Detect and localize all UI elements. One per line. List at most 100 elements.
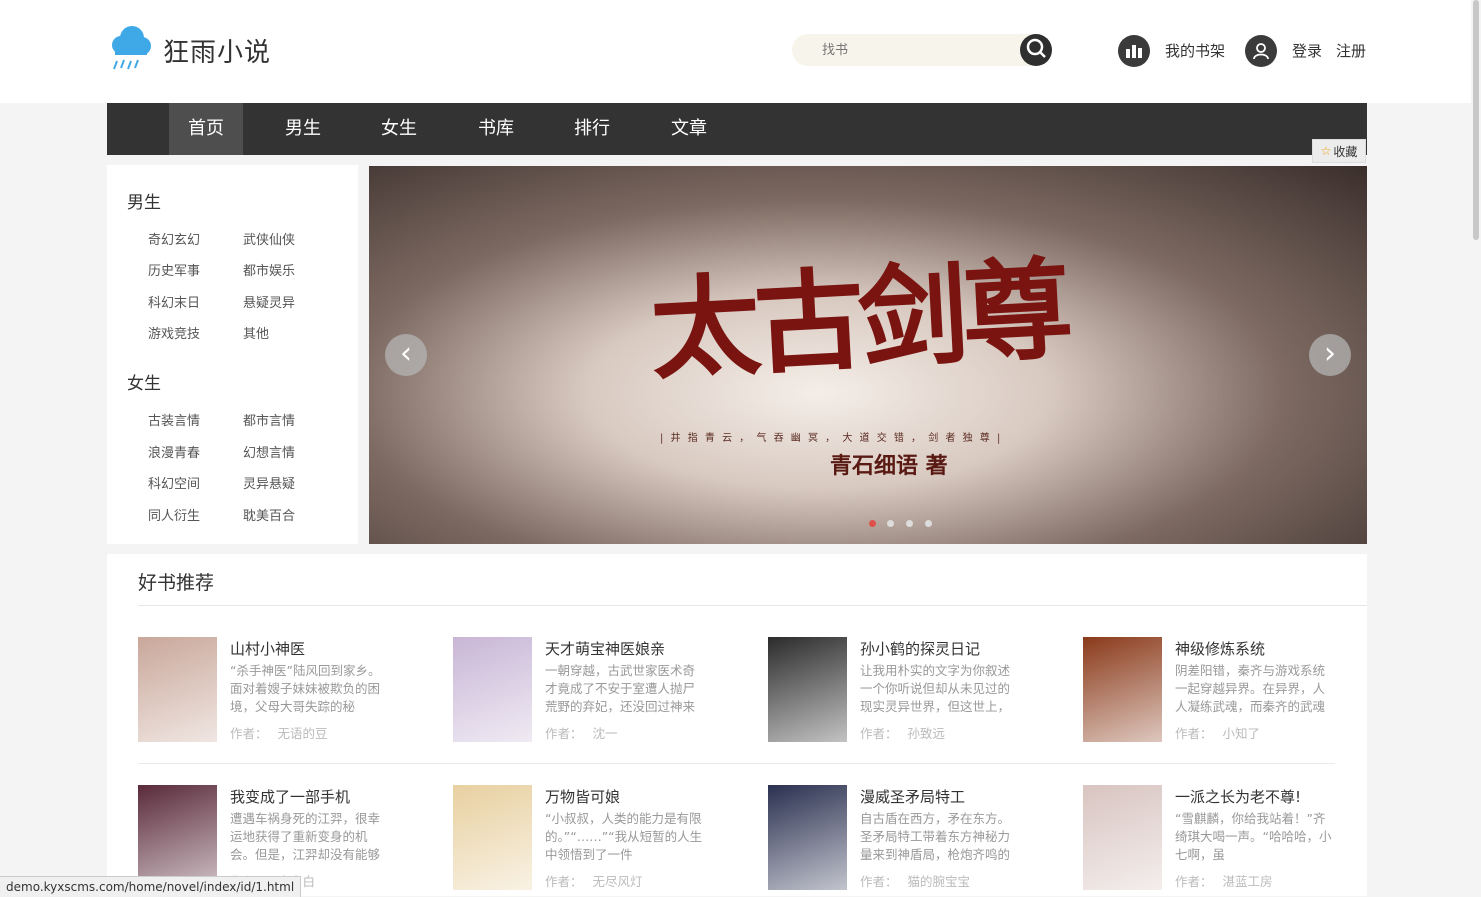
carousel-next-button[interactable]: › — [1309, 334, 1351, 376]
author-label: 作者： — [1175, 874, 1213, 889]
nav-home[interactable]: 首页 — [169, 103, 243, 155]
site-header: 狂雨小说 我的书架 登录 注册 — [0, 0, 1481, 103]
chevron-left-icon: ‹ — [400, 336, 412, 371]
category-link[interactable]: 悬疑灵异 — [243, 292, 295, 311]
site-logo[interactable]: 狂雨小说 — [107, 25, 271, 75]
category-link[interactable]: 灵异悬疑 — [243, 473, 295, 492]
book-author: 作者： 沈一 — [545, 723, 618, 742]
book-description: 一朝穿越，古武世家医术奇才竟成了不安于室遭人抛尸荒野的弃妃，还没回过神来 — [545, 663, 696, 714]
nav-female[interactable]: 女生 — [362, 103, 436, 155]
category-link[interactable]: 奇幻玄幻 — [148, 229, 200, 248]
divider — [138, 605, 1367, 606]
status-url: demo.kyxscms.com/home/novel/index/id/1.h… — [0, 876, 302, 897]
book-title[interactable]: 漫威圣矛局特工 — [860, 786, 965, 807]
category-link[interactable]: 耽美百合 — [243, 505, 295, 524]
carousel-dot[interactable] — [925, 520, 932, 527]
female-category-title: 女生 — [127, 374, 161, 394]
book-description: “小叔叔，人类的能力是有限的。”“……”“我从短暂的人生中领悟到了一件 — [545, 811, 703, 862]
book-description: 阴差阳错，秦齐与游戏系统一起穿越异界。在异界，人人凝练武魂，而秦齐的武魂 — [1175, 663, 1326, 714]
book-title[interactable]: 我变成了一部手机 — [230, 786, 350, 807]
book-cover[interactable] — [138, 785, 217, 890]
book-cover[interactable] — [138, 637, 217, 742]
nav-articles[interactable]: 文章 — [652, 103, 726, 155]
book-title[interactable]: 万物皆可娘 — [545, 786, 620, 807]
author-label: 作者： — [860, 874, 898, 889]
book-description: 让我用朴实的文字为你叙述一个你听说但却从未见过的现实灵异世界，但这世上， — [860, 663, 1011, 714]
register-link[interactable]: 注册 — [1336, 40, 1366, 61]
author-name[interactable]: 湛蓝工房 — [1223, 874, 1273, 889]
author-name[interactable]: 无尽风灯 — [593, 874, 643, 889]
book-description: “雪麒麟，你给我站着！”齐绮琪大喝一声。“哈哈哈，小七啊，虽 — [1175, 811, 1332, 862]
bookshelf-link[interactable]: 我的书架 — [1165, 40, 1225, 61]
favorite-label: 收藏 — [1333, 144, 1358, 159]
book-cover[interactable] — [768, 785, 847, 890]
book-cover[interactable] — [768, 637, 847, 742]
category-link[interactable]: 都市言情 — [243, 410, 295, 429]
search-input[interactable] — [822, 34, 1012, 66]
author-label: 作者： — [230, 726, 268, 741]
male-category-title: 男生 — [127, 193, 161, 213]
author-name[interactable]: 孙致远 — [908, 726, 946, 741]
search-button[interactable] — [1020, 34, 1052, 66]
category-link[interactable]: 浪漫青春 — [148, 442, 200, 461]
category-link[interactable]: 其他 — [243, 323, 269, 342]
author-label: 作者： — [545, 726, 583, 741]
book-title[interactable]: 天才萌宝神医娘亲 — [545, 638, 665, 659]
cloud-rain-icon — [107, 23, 153, 77]
search-box — [792, 34, 1052, 66]
author-name[interactable]: 无语的豆 — [278, 726, 328, 741]
nav-male[interactable]: 男生 — [266, 103, 340, 155]
user-icon[interactable] — [1245, 35, 1277, 67]
carousel-dot[interactable] — [887, 520, 894, 527]
author-name[interactable]: 猫的腕宝宝 — [908, 874, 971, 889]
search-icon — [1025, 37, 1047, 63]
section-title: 好书推荐 — [138, 572, 215, 594]
book-author: 作者： 猫的腕宝宝 — [860, 871, 970, 890]
category-link[interactable]: 科幻空间 — [148, 473, 200, 492]
book-author: 作者： 湛蓝工房 — [1175, 871, 1273, 890]
banner-author: 青石细语 著 — [830, 453, 948, 479]
scrollbar-thumb[interactable] — [1473, 0, 1479, 240]
site-name: 狂雨小说 — [163, 37, 272, 68]
favorite-button[interactable]: ☆ 收藏 — [1312, 139, 1366, 163]
category-link[interactable]: 武侠仙侠 — [243, 229, 295, 248]
category-link[interactable]: 古装言情 — [148, 410, 200, 429]
login-link[interactable]: 登录 — [1292, 40, 1322, 61]
book-cover[interactable] — [453, 785, 532, 890]
nav-library[interactable]: 书库 — [459, 103, 533, 155]
banner-subtitle: | 井 指 青 云 ， 气 吞 幽 冥 ， 大 道 交 错 ， 剑 者 独 尊 … — [660, 433, 1003, 444]
divider — [138, 763, 1335, 764]
author-label: 作者： — [545, 874, 583, 889]
book-cover[interactable] — [1083, 785, 1162, 890]
book-title[interactable]: 山村小神医 — [230, 638, 305, 659]
book-title[interactable]: 孙小鹤的探灵日记 — [860, 638, 980, 659]
category-link[interactable]: 历史军事 — [148, 260, 200, 279]
carousel-prev-button[interactable]: ‹ — [385, 334, 427, 376]
banner-title: 太古剑尊 — [647, 244, 1070, 395]
book-author: 作者： 孙致远 — [860, 723, 945, 742]
category-link[interactable]: 同人衍生 — [148, 505, 200, 524]
book-author: 作者： 无尽风灯 — [545, 871, 643, 890]
author-name[interactable]: 小知了 — [1223, 726, 1261, 741]
bookshelf-icon[interactable] — [1118, 35, 1150, 67]
book-author: 作者： 小知了 — [1175, 723, 1260, 742]
book-title[interactable]: 一派之长为老不尊! — [1175, 786, 1301, 807]
author-label: 作者： — [860, 726, 898, 741]
book-description: “杀手神医”陆风回到家乡。面对着嫂子妹妹被欺负的困境，父母大哥失踪的秘 — [230, 663, 381, 714]
chevron-right-icon: › — [1324, 336, 1336, 371]
book-cover[interactable] — [453, 637, 532, 742]
author-label: 作者： — [1175, 726, 1213, 741]
carousel-dot[interactable] — [906, 520, 913, 527]
category-link[interactable]: 都市娱乐 — [243, 260, 295, 279]
star-icon: ☆ — [1320, 144, 1332, 158]
main-nav: 首页 男生 女生 书库 排行 文章 — [107, 103, 1367, 155]
book-title[interactable]: 神级修炼系统 — [1175, 638, 1265, 659]
category-link[interactable]: 科幻末日 — [148, 292, 200, 311]
category-link[interactable]: 游戏竞技 — [148, 323, 200, 342]
author-name[interactable]: 沈一 — [593, 726, 618, 741]
category-link[interactable]: 幻想言情 — [243, 442, 295, 461]
nav-ranking[interactable]: 排行 — [555, 103, 629, 155]
carousel-dot[interactable] — [869, 520, 876, 527]
book-description: 自古盾在西方，矛在东方。圣矛局特工带着东方神秘力量来到神盾局，枪炮齐鸣的 — [860, 811, 1011, 862]
book-cover[interactable] — [1083, 637, 1162, 742]
